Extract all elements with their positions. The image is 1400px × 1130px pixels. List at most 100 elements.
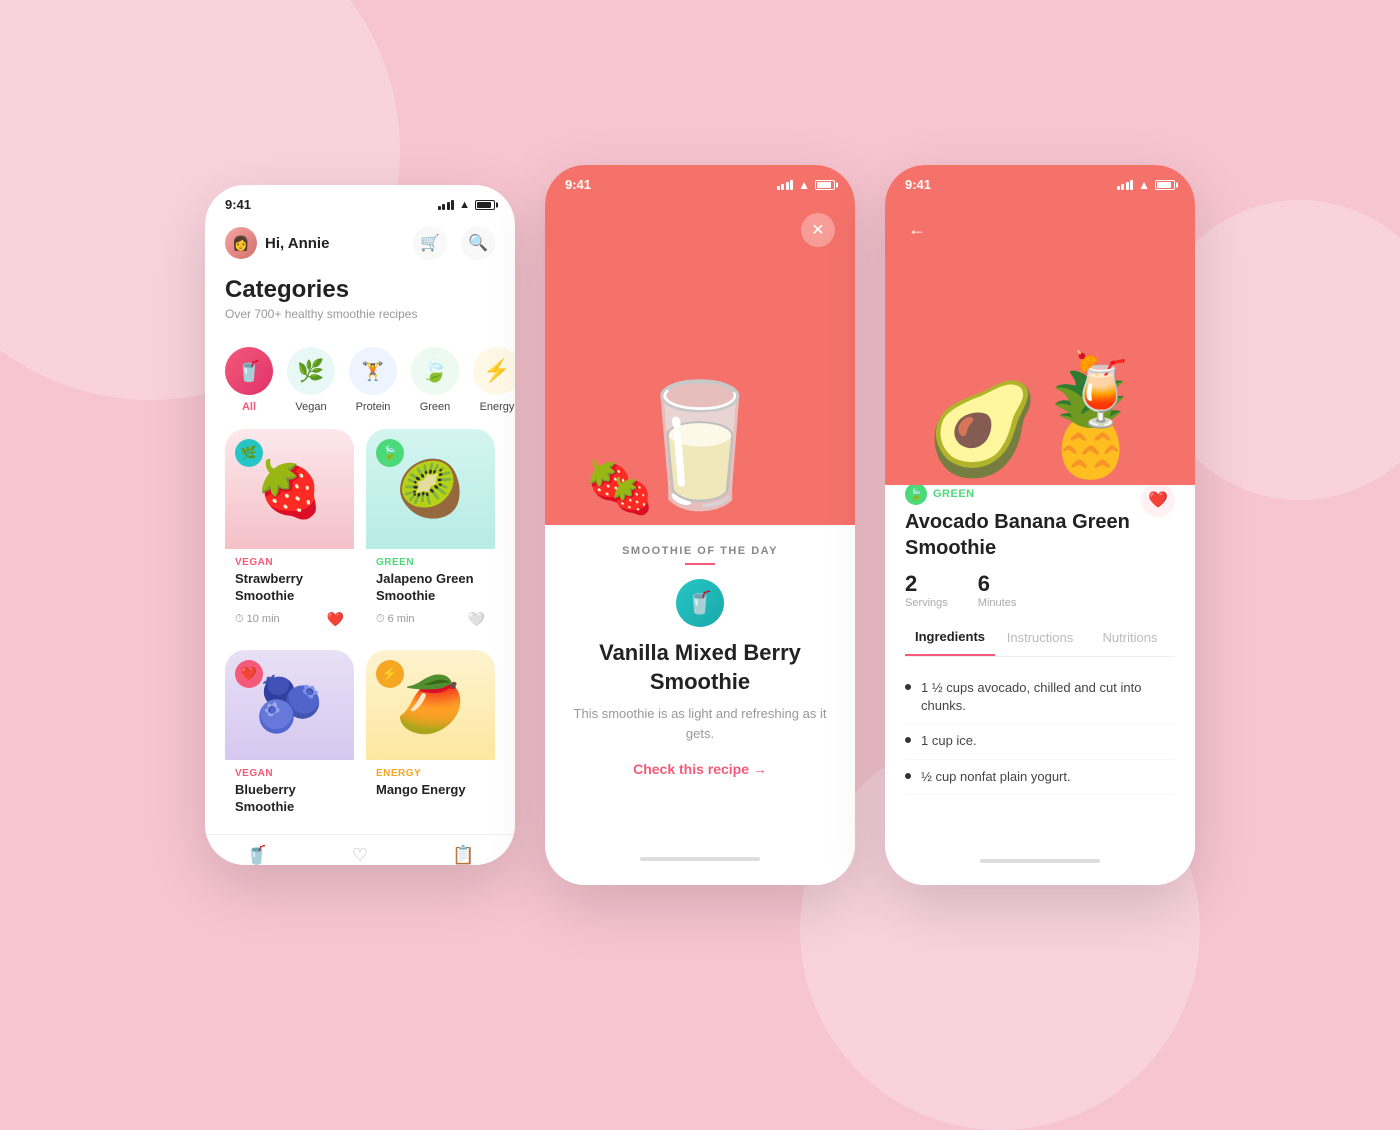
card1-footer: ⏱ 10 min ❤️ bbox=[235, 611, 344, 628]
card3-emoji: 🫐 bbox=[255, 672, 323, 737]
card1-name: Strawberry Smoothie bbox=[235, 571, 344, 605]
sotd-badge: 🥤 bbox=[676, 579, 724, 627]
card3-name: Blueberry Smoothie bbox=[235, 782, 344, 816]
categories-section: Categories Over 700+ healthy smoothie re… bbox=[205, 272, 515, 333]
phones-container: 9:41 ▲ 👩 Hi bbox=[205, 165, 1195, 885]
home-indicator-2 bbox=[640, 857, 760, 861]
battery-icon-2 bbox=[815, 180, 835, 190]
card3-badge: ❤️ bbox=[235, 660, 263, 688]
ingredient-dot-1 bbox=[905, 684, 911, 690]
card1-info: VEGAN Strawberry Smoothie ⏱ 10 min ❤️ bbox=[225, 549, 354, 638]
servings-value: 2 bbox=[905, 571, 948, 597]
card1-image: 🌿 🍓 bbox=[225, 429, 354, 549]
recipe-card-blueberry[interactable]: ❤️ 🫐 VEGAN Blueberry Smoothie bbox=[225, 650, 354, 826]
filter-protein[interactable]: 🏋️ Protein bbox=[349, 347, 397, 413]
phone-sotd: 9:41 ▲ bbox=[545, 165, 855, 885]
card2-name: Jalapeno Green Smoothie bbox=[376, 571, 485, 605]
ingredient-dot-3 bbox=[905, 773, 911, 779]
nav-daily[interactable]: 📋 Daily bbox=[412, 845, 515, 865]
sb1 bbox=[777, 186, 780, 190]
hero-illustration: 🍓 🍓 🥛 bbox=[545, 385, 855, 525]
nav-favorites[interactable]: ♡ Favorites bbox=[308, 845, 411, 865]
sotd-label: SMOOTHIE OF THE DAY bbox=[622, 545, 778, 557]
card2-favorite-button[interactable]: 🤍 bbox=[468, 611, 485, 628]
signal-bar-4 bbox=[451, 200, 454, 210]
sb4-3 bbox=[1130, 180, 1133, 190]
card4-category: ENERGY bbox=[376, 768, 485, 779]
recipe-category-row: 🍃 GREEN bbox=[905, 483, 1141, 505]
recipe-card-mango[interactable]: ⚡ 🥭 ENERGY Mango Energy bbox=[366, 650, 495, 826]
filter-energy-icon: ⚡ bbox=[473, 347, 515, 395]
status-time-1: 9:41 bbox=[225, 197, 251, 212]
status-time-3: 9:41 bbox=[905, 177, 931, 192]
close-button[interactable]: ✕ bbox=[801, 213, 835, 247]
home-indicator-3 bbox=[980, 859, 1100, 863]
user-avatar[interactable]: 👩 bbox=[225, 227, 257, 259]
card2-badge: 🍃 bbox=[376, 439, 404, 467]
strawberry-right: 🍓 bbox=[610, 476, 654, 517]
recipe-title-section: 🍃 GREEN Avocado Banana Green Smoothie bbox=[905, 483, 1141, 561]
ingredient-item-2: 1 cup ice. bbox=[905, 724, 1175, 759]
status-icons-2: ▲ bbox=[777, 178, 835, 192]
greeting-text: Hi, Annie bbox=[265, 235, 329, 252]
wifi-icon-2: ▲ bbox=[798, 178, 810, 192]
search-button[interactable]: 🔍 bbox=[461, 226, 495, 260]
check-recipe-label: Check this recipe → bbox=[633, 761, 767, 777]
sb1-3 bbox=[1117, 186, 1120, 190]
tab-nutritions[interactable]: Nutritions bbox=[1085, 623, 1175, 656]
card2-info: GREEN Jalapeno Green Smoothie ⏱ 6 min 🤍 bbox=[366, 549, 495, 638]
filter-green-icon: 🍃 bbox=[411, 347, 459, 395]
card4-name: Mango Energy bbox=[376, 782, 485, 799]
signal-bar-3 bbox=[447, 202, 450, 210]
signal-bar-2 bbox=[442, 204, 445, 210]
filter-green[interactable]: 🍃 Green bbox=[411, 347, 459, 413]
check-recipe-button[interactable]: Check this recipe → bbox=[633, 761, 767, 777]
recipe-card-jalapeno[interactable]: 🍃 🥝 GREEN Jalapeno Green Smoothie ⏱ 6 mi… bbox=[366, 429, 495, 638]
sotd-badge-icon: 🥤 bbox=[686, 590, 713, 616]
ingredient-text-1: 1 ½ cups avocado, chilled and cut into c… bbox=[921, 679, 1175, 715]
category-filters: 🥤 All 🌿 Vegan 🏋️ Protein 🍃 Green ⚡ bbox=[205, 333, 515, 421]
sb2-3 bbox=[1121, 184, 1124, 190]
sotd-description: This smoothie is as light and refreshing… bbox=[565, 704, 835, 743]
filter-vegan-icon: 🌿 bbox=[287, 347, 335, 395]
filter-protein-icon: 🏋️ bbox=[349, 347, 397, 395]
wifi-icon: ▲ bbox=[459, 199, 470, 211]
status-time-2: 9:41 bbox=[565, 177, 591, 192]
card4-emoji: 🥭 bbox=[396, 672, 464, 737]
servings-label: Servings bbox=[905, 597, 948, 609]
card1-time: ⏱ 10 min bbox=[235, 613, 280, 626]
sotd-name: Vanilla Mixed Berry Smoothie bbox=[565, 639, 835, 696]
ingredient-dot-2 bbox=[905, 737, 911, 743]
card1-favorite-button[interactable]: ❤️ bbox=[327, 611, 344, 628]
sb3 bbox=[786, 182, 789, 190]
nav-smoothies[interactable]: 🥤 Smoothies bbox=[205, 845, 308, 865]
card2-category: GREEN bbox=[376, 557, 485, 568]
sb3-3 bbox=[1126, 182, 1129, 190]
battery-fill bbox=[477, 202, 491, 208]
recipe-detail-panel: 🍃 GREEN Avocado Banana Green Smoothie ❤️… bbox=[885, 465, 1195, 885]
tab-instructions[interactable]: Instructions bbox=[995, 623, 1085, 656]
header-icons: 🛒 🔍 bbox=[413, 226, 495, 260]
smoothie-glass-emoji: 🍹 bbox=[1058, 355, 1145, 425]
categories-subtitle: Over 700+ healthy smoothie recipes bbox=[225, 307, 495, 321]
battery-fill-2 bbox=[817, 182, 831, 188]
card1-category: VEGAN bbox=[235, 557, 344, 568]
signal-bar-1 bbox=[438, 206, 441, 210]
recipe-favorite-button[interactable]: ❤️ bbox=[1141, 483, 1175, 517]
filter-vegan[interactable]: 🌿 Vegan bbox=[287, 347, 335, 413]
greeting-section: 👩 Hi, Annie bbox=[225, 227, 329, 259]
tab-ingredients[interactable]: Ingredients bbox=[905, 623, 995, 656]
recipe-card-strawberry[interactable]: 🌿 🍓 VEGAN Strawberry Smoothie ⏱ 10 min ❤… bbox=[225, 429, 354, 638]
status-bar-2: 9:41 ▲ bbox=[545, 165, 855, 198]
recipe-cards-grid: 🌿 🍓 VEGAN Strawberry Smoothie ⏱ 10 min ❤… bbox=[205, 421, 515, 834]
battery-icon bbox=[475, 200, 495, 210]
recipe-category-label: GREEN bbox=[933, 488, 975, 500]
filter-energy[interactable]: ⚡ Energy bbox=[473, 347, 515, 413]
card1-emoji: 🍓 bbox=[255, 457, 323, 522]
back-button[interactable]: ← bbox=[901, 213, 933, 245]
filter-all[interactable]: 🥤 All bbox=[225, 347, 273, 413]
bottom-nav: 🥤 Smoothies ♡ Favorites 📋 Daily bbox=[205, 834, 515, 865]
basket-button[interactable]: 🛒 bbox=[413, 226, 447, 260]
card4-badge: ⚡ bbox=[376, 660, 404, 688]
card2-image: 🍃 🥝 bbox=[366, 429, 495, 549]
